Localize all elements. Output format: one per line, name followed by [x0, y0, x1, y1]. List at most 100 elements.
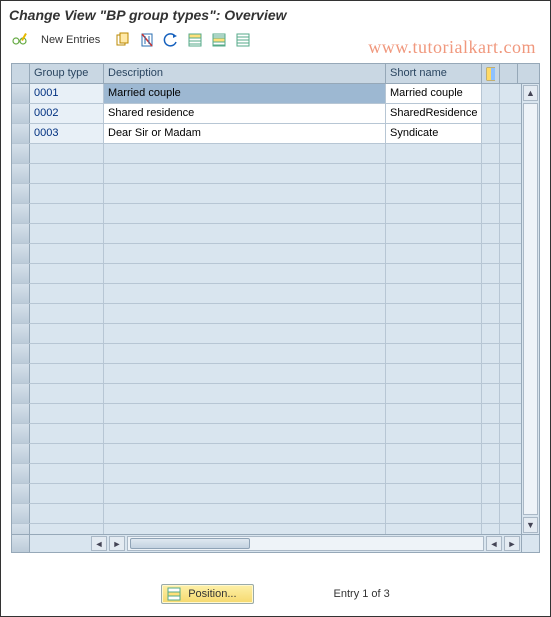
- table-row-empty[interactable]: [12, 344, 539, 364]
- row-selector[interactable]: [12, 464, 30, 483]
- table-row-empty[interactable]: [12, 264, 539, 284]
- vscroll-track[interactable]: [523, 103, 538, 515]
- cell-group-type[interactable]: [30, 304, 104, 323]
- row-selector[interactable]: [12, 364, 30, 383]
- row-selector[interactable]: [12, 264, 30, 283]
- row-selector[interactable]: [12, 224, 30, 243]
- toggle-display-change-button[interactable]: [11, 31, 29, 49]
- cell-group-type[interactable]: 0001: [30, 84, 104, 103]
- cell-description[interactable]: [104, 204, 386, 223]
- cell-description[interactable]: [104, 404, 386, 423]
- cell-description[interactable]: [104, 464, 386, 483]
- cell-short-name[interactable]: [386, 244, 482, 263]
- cell-description[interactable]: [104, 304, 386, 323]
- cell-group-type[interactable]: [30, 404, 104, 423]
- cell-group-type[interactable]: [30, 184, 104, 203]
- hscroll-track[interactable]: [127, 536, 484, 551]
- scroll-left-end-icon[interactable]: ◄: [486, 536, 502, 551]
- row-selector[interactable]: [12, 124, 30, 143]
- select-block-button[interactable]: [210, 31, 228, 49]
- cell-short-name[interactable]: [386, 384, 482, 403]
- cell-description[interactable]: [104, 344, 386, 363]
- cell-group-type[interactable]: [30, 144, 104, 163]
- cell-group-type[interactable]: 0002: [30, 104, 104, 123]
- cell-group-type[interactable]: [30, 284, 104, 303]
- cell-description[interactable]: [104, 524, 386, 534]
- table-row-empty[interactable]: [12, 304, 539, 324]
- cell-description[interactable]: [104, 364, 386, 383]
- cell-group-type[interactable]: [30, 344, 104, 363]
- cell-group-type[interactable]: [30, 384, 104, 403]
- cell-group-type[interactable]: [30, 524, 104, 534]
- column-header-description[interactable]: Description: [104, 64, 386, 83]
- cell-group-type[interactable]: [30, 244, 104, 263]
- cell-short-name[interactable]: [386, 404, 482, 423]
- row-selector-header[interactable]: [12, 64, 30, 83]
- cell-short-name[interactable]: [386, 484, 482, 503]
- cell-short-name[interactable]: Syndicate: [386, 124, 482, 143]
- cell-group-type[interactable]: [30, 484, 104, 503]
- cell-short-name[interactable]: [386, 204, 482, 223]
- cell-short-name[interactable]: [386, 464, 482, 483]
- table-row-empty[interactable]: [12, 164, 539, 184]
- cell-description[interactable]: [104, 184, 386, 203]
- table-row-empty[interactable]: [12, 464, 539, 484]
- table-row-empty[interactable]: [12, 504, 539, 524]
- cell-short-name[interactable]: [386, 344, 482, 363]
- row-selector[interactable]: [12, 404, 30, 423]
- row-selector[interactable]: [12, 324, 30, 343]
- row-selector[interactable]: [12, 204, 30, 223]
- vertical-scrollbar[interactable]: ▲ ▼: [521, 84, 539, 534]
- cell-description[interactable]: [104, 504, 386, 523]
- table-row-empty[interactable]: [12, 384, 539, 404]
- cell-description[interactable]: [104, 144, 386, 163]
- scroll-down-icon[interactable]: ▼: [523, 517, 538, 533]
- cell-group-type[interactable]: [30, 504, 104, 523]
- cell-short-name[interactable]: [386, 364, 482, 383]
- cell-group-type[interactable]: 0003: [30, 124, 104, 143]
- cell-short-name[interactable]: [386, 144, 482, 163]
- cell-short-name[interactable]: [386, 264, 482, 283]
- cell-short-name[interactable]: [386, 424, 482, 443]
- cell-group-type[interactable]: [30, 424, 104, 443]
- cell-short-name[interactable]: SharedResidence: [386, 104, 482, 123]
- row-selector[interactable]: [12, 484, 30, 503]
- row-selector[interactable]: [12, 504, 30, 523]
- table-row[interactable]: 0001Married coupleMarried couple: [12, 84, 539, 104]
- table-row-empty[interactable]: [12, 224, 539, 244]
- position-button[interactable]: Position...: [161, 584, 253, 604]
- cell-description[interactable]: [104, 264, 386, 283]
- cell-short-name[interactable]: [386, 524, 482, 534]
- cell-group-type[interactable]: [30, 444, 104, 463]
- cell-group-type[interactable]: [30, 464, 104, 483]
- cell-description[interactable]: [104, 444, 386, 463]
- table-row-empty[interactable]: [12, 364, 539, 384]
- table-row-empty[interactable]: [12, 284, 539, 304]
- row-selector[interactable]: [12, 424, 30, 443]
- table-row-empty[interactable]: [12, 444, 539, 464]
- row-selector[interactable]: [12, 164, 30, 183]
- cell-description[interactable]: Married couple: [104, 84, 386, 103]
- select-all-button[interactable]: [186, 31, 204, 49]
- table-row-empty[interactable]: [12, 424, 539, 444]
- row-selector[interactable]: [12, 84, 30, 103]
- cell-description[interactable]: Shared residence: [104, 104, 386, 123]
- cell-description[interactable]: [104, 384, 386, 403]
- table-row-empty[interactable]: [12, 524, 539, 534]
- row-selector[interactable]: [12, 184, 30, 203]
- configure-columns-button[interactable]: [482, 64, 500, 83]
- row-selector[interactable]: [12, 144, 30, 163]
- cell-short-name[interactable]: [386, 224, 482, 243]
- undo-button[interactable]: [162, 31, 180, 49]
- row-selector[interactable]: [12, 444, 30, 463]
- cell-group-type[interactable]: [30, 264, 104, 283]
- cell-group-type[interactable]: [30, 224, 104, 243]
- cell-description[interactable]: Dear Sir or Madam: [104, 124, 386, 143]
- horizontal-scrollbar[interactable]: ◄ ► ◄ ►: [12, 534, 539, 552]
- cell-short-name[interactable]: [386, 304, 482, 323]
- column-header-short-name[interactable]: Short name: [386, 64, 482, 83]
- row-selector[interactable]: [12, 284, 30, 303]
- table-row-empty[interactable]: [12, 324, 539, 344]
- cell-description[interactable]: [104, 244, 386, 263]
- cell-short-name[interactable]: [386, 444, 482, 463]
